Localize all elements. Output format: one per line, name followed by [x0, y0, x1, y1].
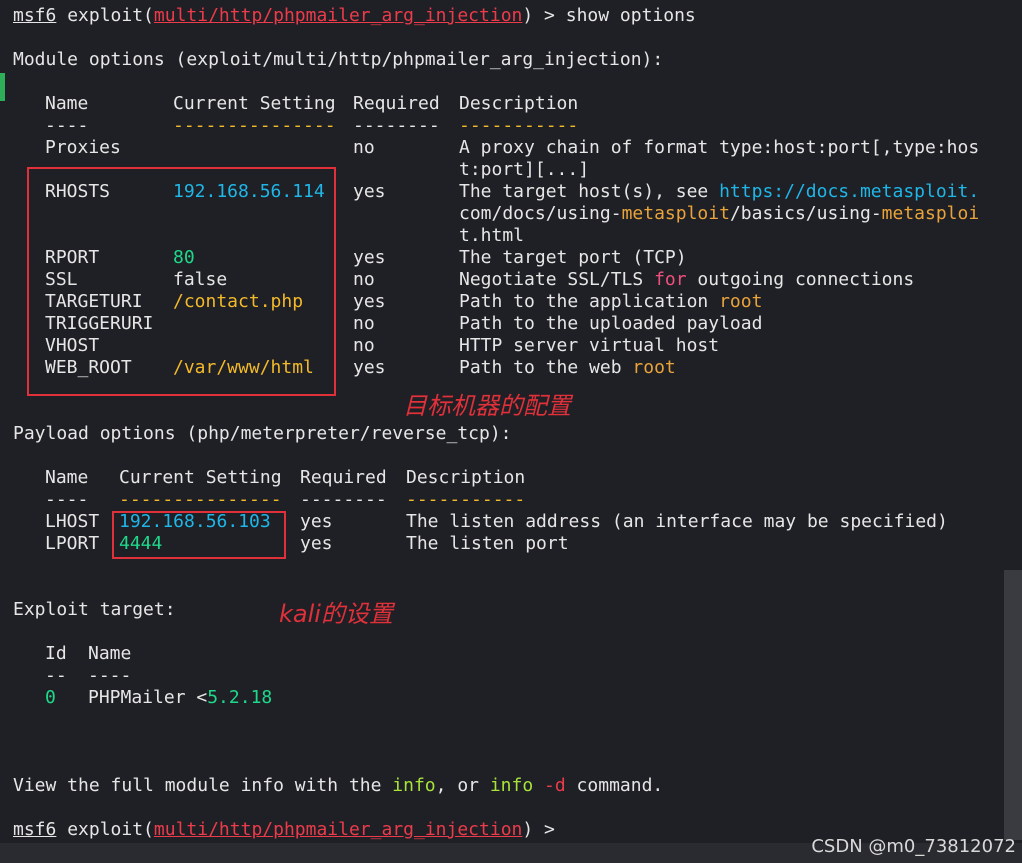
option-description-cont: t.html — [459, 225, 525, 246]
prompt-line[interactable]: msf6 exploit(multi/http/phpmailer_arg_in… — [13, 819, 555, 841]
target-name: PHPMailer <5.2.18 — [88, 687, 273, 708]
dash-description: ----------- — [406, 489, 526, 510]
command-line: msf6 exploit(multi/http/phpmailer_arg_in… — [13, 5, 696, 27]
option-description: Negotiate SSL/TLS for outgoing connectio… — [459, 269, 915, 290]
csdn-watermark: CSDN @m0_73812072 — [811, 836, 1016, 857]
header-name: Name — [45, 93, 89, 114]
header-setting: Current Setting — [173, 93, 336, 114]
option-description: Path to the uploaded payload — [459, 313, 763, 334]
option-required: yes — [353, 247, 386, 268]
exploit-target-title: Exploit target: — [13, 599, 176, 620]
target-header-name: Name — [88, 643, 132, 664]
kali-config-highlight-box — [112, 511, 286, 559]
module-options-title: Module options (exploit/multi/http/phpma… — [13, 49, 664, 70]
module-path: multi/http/phpmailer_arg_injection — [153, 5, 523, 26]
msf-prompt: msf6 — [13, 5, 57, 26]
payload-option-description: The listen address (an interface may be … — [406, 511, 948, 532]
dash-setting: --------------- — [119, 489, 282, 510]
target-config-highlight-box — [27, 167, 336, 396]
msf-prompt: msf6 — [13, 819, 57, 840]
header-required: Required — [300, 467, 387, 488]
header-description: Description — [406, 467, 526, 488]
header-description: Description — [459, 93, 579, 114]
option-required: yes — [353, 291, 386, 312]
option-required: no — [353, 137, 375, 158]
scroll-marker — [0, 73, 5, 101]
vertical-scrollbar[interactable] — [1004, 570, 1022, 840]
dash-name: ---- — [45, 115, 89, 136]
target-dash-id: -- — [45, 665, 67, 686]
kali-config-annotation: kali的设置 — [279, 600, 393, 628]
payload-option-name: LPORT — [45, 533, 100, 554]
dash-description: ----------- — [459, 115, 579, 136]
option-required: yes — [353, 181, 386, 202]
close-paren: ) — [522, 5, 534, 26]
dash-required: -------- — [353, 115, 440, 136]
option-description: Path to the web root — [459, 357, 676, 378]
option-description: The target port (TCP) — [459, 247, 687, 268]
option-required: no — [353, 269, 375, 290]
target-id: 0 — [45, 687, 56, 708]
payload-options-title: Payload options (php/meterpreter/reverse… — [13, 423, 512, 444]
header-name: Name — [45, 467, 89, 488]
option-description: The target host(s), see https://docs.met… — [459, 181, 980, 202]
dash-required: -------- — [300, 489, 387, 510]
option-description-cont: com/docs/using-metasploit/basics/using-m… — [459, 203, 980, 224]
header-setting: Current Setting — [119, 467, 282, 488]
target-dash-name: ---- — [88, 665, 132, 686]
command-text: > show options — [533, 5, 696, 26]
header-required: Required — [353, 93, 440, 114]
docs-link[interactable]: https://docs.metasploit. — [719, 181, 979, 202]
option-required: no — [353, 313, 375, 334]
option-description: HTTP server virtual host — [459, 335, 720, 356]
option-description: A proxy chain of format type:host:port[,… — [459, 137, 980, 158]
option-required: yes — [353, 357, 386, 378]
payload-option-required: yes — [300, 511, 333, 532]
payload-option-name: LHOST — [45, 511, 100, 532]
payload-option-description: The listen port — [406, 533, 569, 554]
option-description: Path to the application root — [459, 291, 763, 312]
target-config-annotation: 目标机器的配置 — [403, 392, 571, 420]
option-name: Proxies — [45, 137, 121, 158]
dash-setting: --------------- — [173, 115, 336, 136]
target-header-id: Id — [45, 643, 67, 664]
terminal-window[interactable]: msf6 exploit(multi/http/phpmailer_arg_in… — [0, 0, 1022, 863]
payload-option-required: yes — [300, 533, 333, 554]
exploit-word: exploit( — [67, 5, 154, 26]
option-description-cont: t:port][...] — [459, 159, 590, 180]
option-required: no — [353, 335, 375, 356]
dash-name: ---- — [45, 489, 89, 510]
module-info-hint: View the full module info with the info,… — [13, 775, 664, 796]
